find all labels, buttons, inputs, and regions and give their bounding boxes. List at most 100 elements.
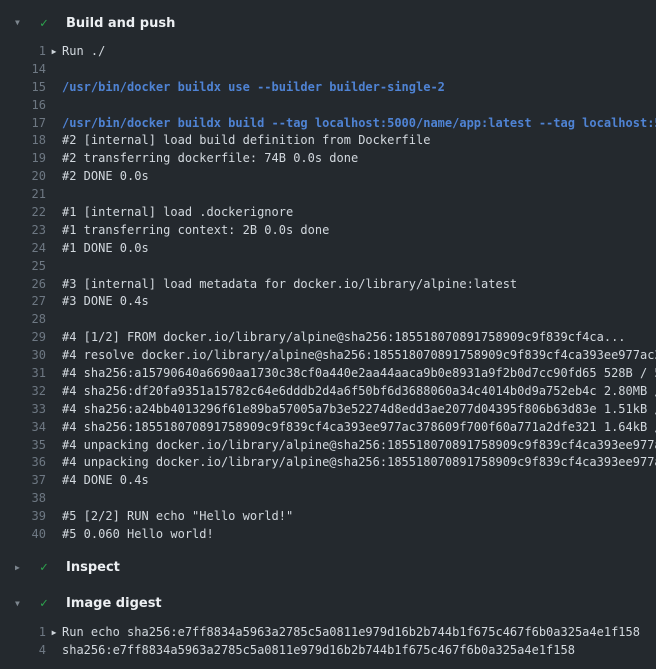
line-number[interactable]: 39	[0, 508, 46, 526]
line-number[interactable]: 19	[0, 150, 46, 168]
log-line: 14 Using builder instance builder-single…	[0, 61, 656, 79]
log-line: 1 ▶Run echo sha256:e7ff8834a5963a2785c5a…	[0, 624, 656, 642]
section-log-body: 1 ▶Run ./ 14 Using builder instance buil…	[0, 38, 656, 553]
log-text: #4 sha256:a15790640a6690aa1730c38cf0a440…	[62, 365, 656, 383]
log-section: ▼ ✓ Build and push 1 ▶Run ./ 14 Using bu…	[0, 8, 656, 553]
section-log-body: 1 ▶Run echo sha256:e7ff8834a5963a2785c5a…	[0, 619, 656, 669]
chevron-icon[interactable]: ▼	[15, 19, 27, 27]
line-number[interactable]: 1	[0, 43, 46, 61]
log-line: 30 #4 resolve docker.io/library/alpine@s…	[0, 347, 656, 365]
log-text: #4 unpacking docker.io/library/alpine@sh…	[62, 437, 656, 455]
log-text: #1 [internal] load .dockerignore	[62, 204, 656, 222]
line-number[interactable]: 18	[0, 132, 46, 150]
log-text: #4 [1/2] FROM docker.io/library/alpine@s…	[62, 329, 656, 347]
log-line: 15 /usr/bin/docker buildx use --builder …	[0, 79, 656, 97]
log-line: 16 Starting build...	[0, 97, 656, 115]
log-text	[62, 186, 656, 204]
log-text: #4 resolve docker.io/library/alpine@sha2…	[62, 347, 656, 365]
log-text: Starting build...	[62, 97, 656, 115]
log-line: 27 #3 DONE 0.4s	[0, 293, 656, 311]
log-line: 29 #4 [1/2] FROM docker.io/library/alpin…	[0, 329, 656, 347]
line-number[interactable]: 16	[0, 97, 46, 115]
log-line: 25	[0, 258, 656, 276]
section-label[interactable]: Image digest	[66, 596, 162, 611]
line-number[interactable]: 15	[0, 79, 46, 97]
section-header-image-digest[interactable]: ▼ ✓ Image digest	[0, 589, 656, 619]
log-line: 26 #3 [internal] load metadata for docke…	[0, 276, 656, 294]
log-text: #4 sha256:df20fa9351a15782c64e6dddb2d4a6…	[62, 383, 656, 401]
log-line: 23 #1 transferring context: 2B 0.0s done	[0, 222, 656, 240]
workflow-log-viewer: ▼ ✓ Build and push 1 ▶Run ./ 14 Using bu…	[0, 0, 656, 669]
line-number[interactable]: 36	[0, 454, 46, 472]
log-line: 38	[0, 490, 656, 508]
log-line: 40 #5 0.060 Hello world!	[0, 526, 656, 544]
log-line: 24 #1 DONE 0.0s	[0, 240, 656, 258]
line-number[interactable]: 27	[0, 293, 46, 311]
section-label[interactable]: Build and push	[66, 16, 175, 31]
log-line: 31 #4 sha256:a15790640a6690aa1730c38cf0a…	[0, 365, 656, 383]
log-section: ▶ ✓ Inspect	[0, 553, 656, 583]
line-number[interactable]: 28	[0, 311, 46, 329]
line-number[interactable]: 35	[0, 437, 46, 455]
log-text: #4 unpacking docker.io/library/alpine@sh…	[62, 454, 656, 472]
success-check-icon: ✓	[40, 597, 55, 610]
section-header-inspect[interactable]: ▶ ✓ Inspect	[0, 553, 656, 583]
line-number[interactable]: 4	[0, 642, 46, 660]
line-number[interactable]: 30	[0, 347, 46, 365]
log-line: 17 /usr/bin/docker buildx build --tag lo…	[0, 115, 656, 133]
log-text: #1 DONE 0.0s	[62, 240, 656, 258]
log-line: 36 #4 unpacking docker.io/library/alpine…	[0, 454, 656, 472]
log-line: 1 ▶Run ./	[0, 43, 656, 61]
line-number[interactable]: 22	[0, 204, 46, 222]
log-text: #3 [internal] load metadata for docker.i…	[62, 276, 656, 294]
line-number[interactable]: 32	[0, 383, 46, 401]
log-line: 34 #4 sha256:185518070891758909c9f839cf4…	[0, 419, 656, 437]
line-number[interactable]: 1	[0, 624, 46, 642]
log-text: sha256:e7ff8834a5963a2785c5a0811e979d16b…	[62, 642, 656, 660]
log-text: #2 transferring dockerfile: 74B 0.0s don…	[62, 150, 656, 168]
log-text: #2 DONE 0.0s	[62, 168, 656, 186]
line-number[interactable]: 25	[0, 258, 46, 276]
success-check-icon: ✓	[40, 17, 55, 30]
section-header-build-and-push[interactable]: ▼ ✓ Build and push	[0, 8, 656, 38]
line-number[interactable]: 24	[0, 240, 46, 258]
log-text: #1 transferring context: 2B 0.0s done	[62, 222, 656, 240]
log-text: #2 [internal] load build definition from…	[62, 132, 656, 150]
log-line: 33 #4 sha256:a24bb4013296f61e89ba57005a7…	[0, 401, 656, 419]
log-text	[62, 311, 656, 329]
line-number[interactable]: 40	[0, 526, 46, 544]
line-number[interactable]: 21	[0, 186, 46, 204]
log-text: #5 0.060 Hello world!	[62, 526, 656, 544]
expand-group-icon[interactable]: ▶	[46, 624, 62, 642]
log-line: 35 #4 unpacking docker.io/library/alpine…	[0, 437, 656, 455]
line-number[interactable]: 14	[0, 61, 46, 79]
log-text	[62, 258, 656, 276]
line-number[interactable]: 23	[0, 222, 46, 240]
line-number[interactable]: 38	[0, 490, 46, 508]
log-text: Run ./	[62, 43, 656, 61]
success-check-icon: ✓	[40, 561, 55, 574]
log-line: 22 #1 [internal] load .dockerignore	[0, 204, 656, 222]
line-number[interactable]: 34	[0, 419, 46, 437]
log-text: #4 sha256:185518070891758909c9f839cf4ca3…	[62, 419, 656, 437]
line-number[interactable]: 37	[0, 472, 46, 490]
log-line: 37 #4 DONE 0.4s	[0, 472, 656, 490]
log-text	[62, 490, 656, 508]
log-text: /usr/bin/docker buildx build --tag local…	[62, 115, 656, 133]
section-label[interactable]: Inspect	[66, 560, 120, 575]
log-line: 28	[0, 311, 656, 329]
chevron-icon[interactable]: ▶	[15, 564, 27, 572]
log-text: #4 DONE 0.4s	[62, 472, 656, 490]
line-number[interactable]: 20	[0, 168, 46, 186]
expand-group-icon[interactable]: ▶	[46, 43, 62, 61]
line-number[interactable]: 29	[0, 329, 46, 347]
log-text: /usr/bin/docker buildx use --builder bui…	[62, 79, 656, 97]
log-text: #3 DONE 0.4s	[62, 293, 656, 311]
line-number[interactable]: 33	[0, 401, 46, 419]
log-text: #5 [2/2] RUN echo "Hello world!"	[62, 508, 656, 526]
line-number[interactable]: 26	[0, 276, 46, 294]
line-number[interactable]: 17	[0, 115, 46, 133]
line-number[interactable]: 31	[0, 365, 46, 383]
chevron-icon[interactable]: ▼	[15, 600, 27, 608]
log-line: 39 #5 [2/2] RUN echo "Hello world!"	[0, 508, 656, 526]
